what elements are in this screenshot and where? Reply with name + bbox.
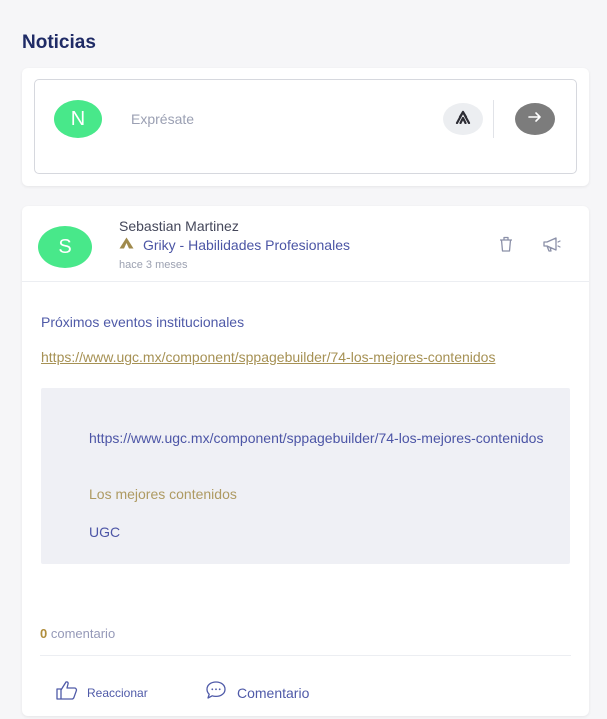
- comment-label: Comentario: [237, 684, 310, 701]
- thumbs-up-icon: [56, 680, 78, 705]
- trash-icon: [498, 235, 514, 258]
- group-icon: [119, 236, 134, 254]
- chat-bubble-icon: [205, 680, 227, 705]
- preview-title: Los mejores contenidos: [89, 486, 237, 502]
- arrow-right-icon: [527, 110, 543, 129]
- post-card: S Sebastian Martinez Griky - Habilidades…: [22, 206, 589, 716]
- preview-site: UGC: [89, 524, 121, 540]
- divider: [40, 655, 571, 656]
- post-input[interactable]: [131, 106, 411, 132]
- avatar-initial: S: [58, 235, 72, 258]
- divider: [493, 100, 494, 138]
- react-label: Reaccionar: [87, 685, 148, 700]
- page-title: Noticias: [22, 32, 96, 53]
- comment-count[interactable]: 0 comentario: [40, 626, 115, 641]
- tent-icon: [455, 110, 471, 129]
- post-header: S Sebastian Martinez Griky - Habilidades…: [22, 206, 589, 282]
- composer-card: N: [22, 68, 589, 186]
- post-text: Próximos eventos institucionales: [41, 314, 245, 330]
- group-name: Griky - Habilidades Profesionales: [143, 237, 350, 253]
- avatar[interactable]: S: [38, 226, 92, 268]
- post-timestamp: hace 3 meses: [119, 259, 188, 271]
- react-button[interactable]: Reaccionar: [56, 680, 148, 705]
- share-button[interactable]: [540, 234, 564, 258]
- delete-button[interactable]: [494, 234, 518, 258]
- avatar-initial: N: [70, 107, 86, 130]
- post-link[interactable]: https://www.ugc.mx/component/sppagebuild…: [41, 349, 571, 365]
- group-select-button[interactable]: [443, 103, 483, 135]
- link-preview[interactable]: https://www.ugc.mx/component/sppagebuild…: [41, 388, 570, 564]
- send-button[interactable]: [515, 103, 555, 135]
- preview-url: https://www.ugc.mx/component/sppagebuild…: [89, 430, 544, 446]
- avatar: N: [54, 100, 102, 138]
- megaphone-icon: [542, 235, 562, 258]
- comment-count-label: comentario: [50, 626, 116, 641]
- author-name[interactable]: Sebastian Martinez: [119, 218, 239, 234]
- comment-count-number: 0: [40, 626, 48, 641]
- composer-box: N: [34, 79, 577, 174]
- comment-button[interactable]: Comentario: [205, 680, 309, 705]
- group-link[interactable]: Griky - Habilidades Profesionales: [119, 236, 350, 254]
